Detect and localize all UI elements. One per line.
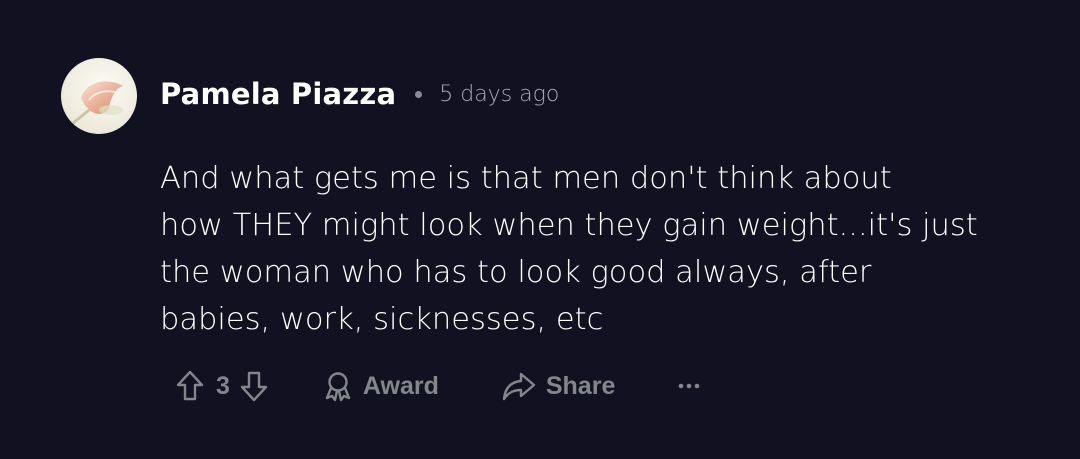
more-options-button[interactable]: [677, 381, 701, 391]
author-name[interactable]: Pamela Piazza: [160, 77, 396, 111]
calla-lily-avatar-image: [61, 58, 137, 134]
upvote-button[interactable]: [175, 369, 205, 403]
arrow-down-outline-icon: [240, 371, 268, 402]
award-label: Award: [362, 371, 439, 400]
share-label: Share: [545, 371, 616, 400]
award-ribbon-icon: [325, 372, 351, 402]
avatar[interactable]: [61, 58, 137, 134]
vote-group: 3: [175, 369, 269, 403]
arrow-up-outline-icon: [176, 370, 204, 401]
separator-dot: [415, 90, 423, 98]
vote-count: 3: [216, 371, 230, 400]
timestamp[interactable]: 5 days ago: [439, 82, 559, 107]
ellipsis-icon: [679, 383, 700, 389]
comment-body: And what gets me is that men don't think…: [160, 161, 978, 337]
comment-header: Pamela Piazza 5 days ago: [160, 74, 559, 114]
award-button[interactable]: Award: [322, 370, 439, 402]
comment-actions: 3 Award Share: [175, 364, 701, 408]
share-button[interactable]: Share: [501, 370, 615, 402]
share-arrow-icon: [502, 372, 536, 401]
downvote-button[interactable]: [239, 369, 269, 403]
